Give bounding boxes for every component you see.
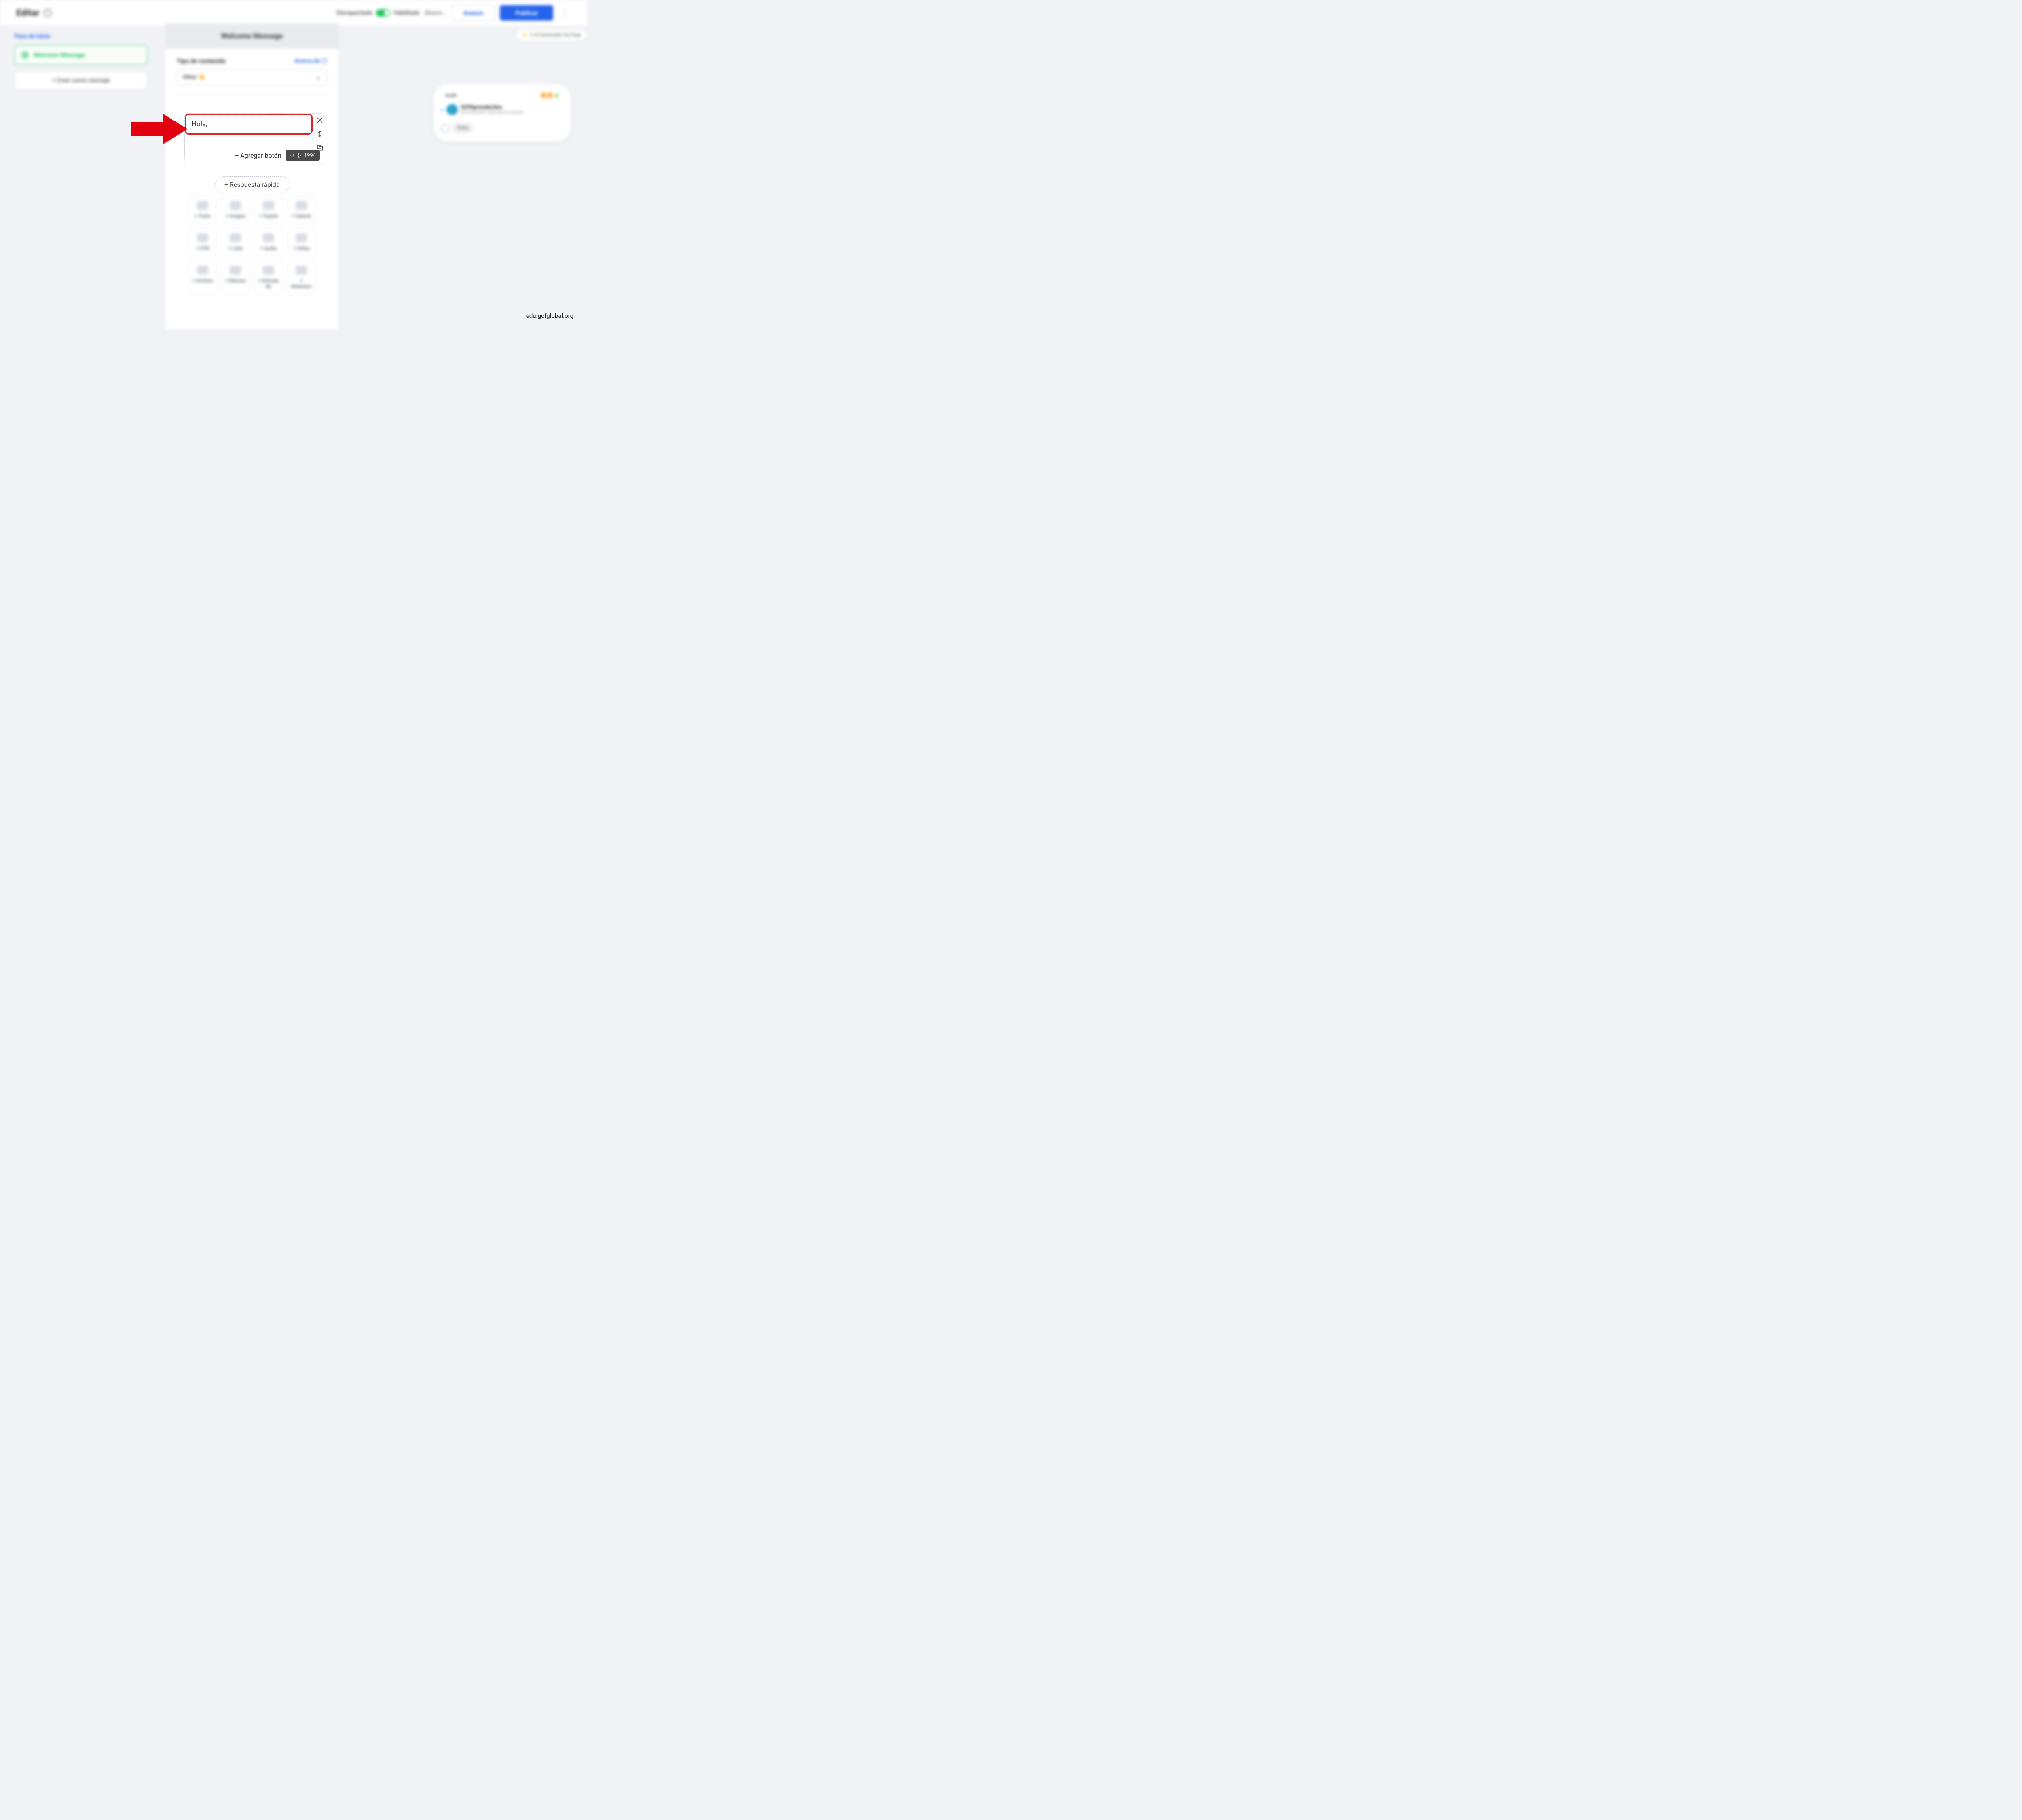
reorder-icon[interactable] [316, 130, 324, 138]
tile-image[interactable]: + Imagen [221, 196, 250, 224]
add-button-label[interactable]: + Agregar botón [235, 152, 281, 159]
tile-list[interactable]: + Lista [221, 228, 250, 256]
info-icon: i [321, 58, 327, 64]
tile-video[interactable]: + Vídeo [287, 228, 316, 256]
sidebar-section-label: Paso de inicio [15, 33, 147, 40]
tile-input[interactable]: + Entrada de [254, 260, 283, 294]
divider [177, 94, 327, 95]
message-bubble: Hola, [452, 123, 474, 133]
chevron-down-icon: ⌄ [316, 73, 321, 81]
phone-time: 16:09 [445, 93, 456, 98]
about-link[interactable]: Acerca de i [294, 58, 327, 64]
phone-contact-sub: Normalmente responde al instante [461, 110, 523, 115]
callout-arrow-icon [131, 114, 188, 146]
message-compose-block: Hola, + Agregar botón ☺ {} 1994 [184, 113, 339, 165]
tile-delay[interactable]: + Retraso [221, 260, 250, 294]
close-icon[interactable] [316, 116, 324, 124]
advance-button[interactable]: Avance [452, 5, 495, 21]
radio-active-icon [21, 51, 29, 59]
status-toggle-group: Discapacitado Habilitado [336, 9, 419, 17]
char-counter-pill: ☺ {} 1994 [286, 150, 320, 161]
char-count: 1994 [304, 152, 316, 159]
saving-status: Ahorro... [425, 10, 447, 16]
quick-reply-button[interactable]: + Respuesta rápida [215, 176, 289, 193]
content-type-label: Tipo de contenido [177, 57, 226, 65]
tile-gallery[interactable]: + Galería [287, 196, 316, 224]
phone-contact-name: GCFAprendeLibre [461, 104, 523, 110]
toggle-on-label: Habilitado [394, 10, 420, 16]
message-text-input[interactable]: Hola, [185, 114, 313, 135]
sidebar: Paso de inicio Welcome Message + Crear n… [0, 23, 162, 330]
phone-status-icons: 📶 📶 🔋 [541, 93, 560, 98]
help-icon[interactable]: ? [44, 9, 52, 17]
watermark: edu.gcfglobal.org [526, 312, 573, 320]
panel-title: Welcome Message [165, 24, 338, 49]
tile-file[interactable]: + Archivo [188, 260, 217, 294]
enable-toggle[interactable] [376, 9, 391, 17]
more-menu-icon[interactable]: ⋮ [558, 6, 571, 20]
message-text-value: Hola, [192, 120, 207, 128]
tile-text[interactable]: + Texto [188, 196, 217, 224]
app-header: Editar ? Discapacitado Habilitado Ahorro… [0, 0, 587, 26]
page-title: Editar [16, 8, 40, 18]
toggle-off-label: Discapacitado [336, 10, 372, 16]
phone-preview: 16:09 📶 📶 🔋 ‹ GCFAprendeLibre Normalment… [434, 84, 571, 142]
emoji-icon[interactable]: ☺ [290, 152, 295, 159]
tile-audio[interactable]: + Audio [254, 228, 283, 256]
tile-otn[interactable]: + OTN [188, 228, 217, 256]
braces-icon[interactable]: {} [298, 152, 301, 159]
content-tile-grid: + Texto + Imagen + Tarjeta + Galería + O… [177, 196, 327, 294]
publish-button[interactable]: Publicar [500, 5, 553, 21]
phone-back-icon[interactable]: ‹ [441, 106, 443, 114]
create-message-button[interactable]: + Crear nuevo mensaje [15, 71, 147, 90]
avatar [446, 104, 458, 115]
sidebar-item-label: Welcome Message [34, 51, 85, 59]
tile-card[interactable]: + Tarjeta [254, 196, 283, 224]
tile-dynamic[interactable]: + Dinámico [287, 260, 316, 294]
select-value: Other 👋 [183, 74, 205, 80]
message-avatar [441, 124, 450, 133]
content-type-select[interactable]: Other 👋 ⌄ [177, 69, 327, 85]
sidebar-item-welcome[interactable]: Welcome Message [15, 45, 147, 65]
